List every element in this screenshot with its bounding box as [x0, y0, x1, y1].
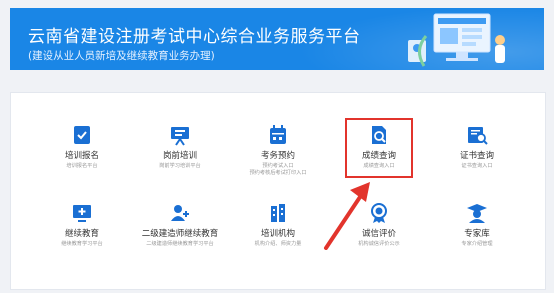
tile-desc: 机构介绍、师资力量: [254, 241, 302, 247]
registration-icon: [74, 126, 90, 144]
user-plus-icon: [171, 205, 189, 221]
tile-desc: 证书查询入口: [461, 163, 493, 169]
tile-desc: 二级建造师继续教育学习平台: [146, 241, 214, 247]
tile-certificate-query[interactable]: 证书查询 证书查询入口: [431, 124, 523, 170]
calendar-icon: [270, 125, 286, 144]
service-panel: [10, 92, 546, 290]
tile-title: 培训机构: [260, 229, 295, 239]
tile-constructor-continuing-education[interactable]: 二级建造师继续教育 二级建造师继续教育学习平台: [134, 202, 226, 248]
tile-exam-appointment[interactable]: 考务预约 预约考试入口 预约考核后考试打印入口: [232, 124, 324, 177]
annotation-arrow-icon: [324, 182, 370, 250]
graduate-icon: [467, 204, 487, 223]
certificate-search-icon: [468, 127, 488, 145]
tile-desc: 继续教育学习平台: [61, 241, 103, 247]
training-board-icon: [171, 127, 189, 146]
score-query-highlight-box: [345, 118, 413, 178]
header-banner: 云南省建设注册考试中心综合业务服务平台 (建设从业人员新培及继续教育业务办理): [10, 8, 544, 70]
tile-desc: 培训报名平台: [66, 163, 98, 169]
tile-expert-database[interactable]: 专家库 专家介绍管理: [431, 202, 523, 248]
tile-title: 岗前培训: [162, 151, 197, 161]
page-subtitle: (建设从业人员新培及继续教育业务办理): [28, 50, 215, 62]
tile-title: 证书查询: [459, 151, 494, 161]
tile-title: 考务预约: [260, 151, 295, 161]
building-icon: [271, 204, 285, 222]
tile-desc: 岗前学习培训平台: [159, 163, 201, 169]
tile-training-institutions[interactable]: 培训机构 机构介绍、师资力量: [232, 202, 324, 248]
tile-title: 二级建造师继续教育: [141, 229, 219, 239]
tile-training-registration[interactable]: 培训报名 培训报名平台: [36, 124, 128, 170]
tile-title: 培训报名: [64, 151, 99, 161]
tile-desc-2: 预约考核后考试打印入口: [249, 170, 307, 177]
page-title: 云南省建设注册考试中心综合业务服务平台: [28, 27, 361, 47]
tile-desc: 预约考试入口: [262, 163, 294, 169]
banner-illustration: [408, 13, 505, 67]
tile-title: 专家库: [464, 229, 490, 239]
monitor-plus-icon: [73, 205, 91, 222]
tile-pre-job-training[interactable]: 岗前培训 岗前学习培训平台: [134, 124, 226, 170]
tile-desc: 专家介绍管理: [461, 241, 493, 247]
tile-continuing-education[interactable]: 继续教育 继续教育学习平台: [36, 202, 128, 248]
tile-title: 继续教育: [64, 229, 99, 239]
